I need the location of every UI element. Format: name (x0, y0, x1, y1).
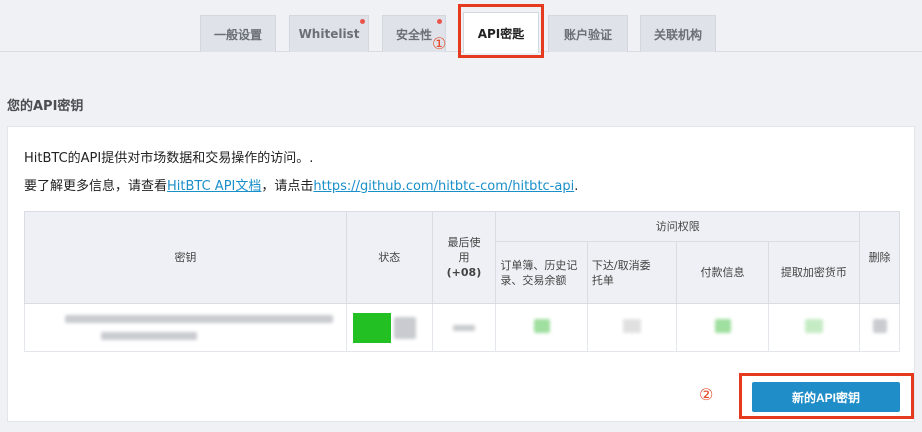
col-access-group: 访问权限 (495, 211, 861, 242)
col-place-cancel-line2: 托单 (591, 273, 614, 287)
docs-suffix: . (574, 179, 579, 194)
api-description: HitBTC的API提供对市场数据和交易操作的访问。. (24, 151, 314, 166)
status-indicator (352, 312, 391, 343)
delete-icon[interactable] (872, 319, 887, 333)
tab-affiliates[interactable]: 关联机构 (640, 15, 716, 52)
last-used-cell (431, 303, 497, 352)
delete-cell (859, 303, 900, 352)
col-last-used-line1: 最后使 (447, 236, 481, 249)
new-api-key-button[interactable]: 新的API密钥 (752, 382, 900, 412)
permission-checkbox[interactable] (804, 319, 823, 333)
col-place-cancel-line1: 下达/取消委 (591, 258, 651, 272)
redacted-last-used (452, 325, 475, 331)
col-place-cancel: 下达/取消委 托单 (586, 241, 678, 304)
col-orderbook-line1: 订单簿、历史记 (500, 258, 578, 272)
orderbook-permission-cell (495, 303, 588, 352)
notification-dot (437, 19, 442, 24)
col-last-used-line3: (+08) (446, 266, 482, 279)
permission-checkbox[interactable] (533, 319, 550, 333)
tab-whitelist[interactable]: Whitelist (289, 15, 369, 52)
tab-whitelist-label: Whitelist (298, 27, 360, 41)
col-last-used: 最后使 用 (+08) (431, 211, 497, 304)
api-docs-info: 要了解更多信息，请查看HitBTC API文档，请点击https://githu… (24, 175, 578, 194)
status-cell (345, 303, 433, 352)
github-link[interactable]: https://github.com/hitbtc-com/hitbtc-api (313, 179, 574, 194)
payment-permission-cell (676, 303, 769, 352)
annotation-marker-1: ① (432, 34, 447, 53)
col-orderbook-line2: 录、交易余额 (500, 273, 567, 287)
col-payment: 付款信息 (676, 241, 769, 304)
api-docs-link[interactable]: HitBTC API文档 (167, 179, 261, 194)
permission-checkbox[interactable] (623, 319, 642, 333)
annotation-marker-2: ② (699, 385, 714, 404)
tab-verification[interactable]: 账户验证 (548, 15, 628, 52)
tab-general[interactable]: 一般设置 (200, 15, 276, 52)
withdraw-permission-cell (767, 303, 861, 352)
col-last-used-line2: 用 (458, 251, 470, 264)
docs-middle: ，请点击 (261, 179, 314, 194)
docs-prefix: 要了解更多信息，请查看 (24, 179, 168, 194)
table-row (24, 303, 900, 352)
col-key: 密钥 (24, 211, 347, 304)
tab-general-label: 一般设置 (213, 27, 262, 42)
col-delete: 删除 (859, 211, 900, 304)
col-status: 状态 (345, 211, 433, 304)
redacted-key (65, 314, 333, 323)
col-orderbook: 订单簿、历史记 录、交易余额 (495, 241, 588, 304)
notification-dot (360, 19, 365, 24)
tab-security-label: 安全性 (395, 27, 432, 42)
tab-verification-label: 账户验证 (563, 27, 612, 42)
redacted-key-line2 (101, 331, 197, 340)
highlight-box-api-tab (458, 4, 544, 58)
place-cancel-permission-cell (586, 303, 678, 352)
section-title: 您的API密钥 (7, 99, 84, 114)
key-cell (24, 303, 347, 352)
api-keys-table: 密钥 状态 最后使 用 (+08) 访问权限 删除 订单簿、历史记 录、交易余额… (24, 211, 900, 352)
tab-affiliates-label: 关联机构 (653, 27, 702, 42)
permission-checkbox[interactable] (714, 319, 731, 333)
redacted-status (394, 316, 417, 339)
col-withdraw: 提取加密货币 (767, 241, 861, 304)
